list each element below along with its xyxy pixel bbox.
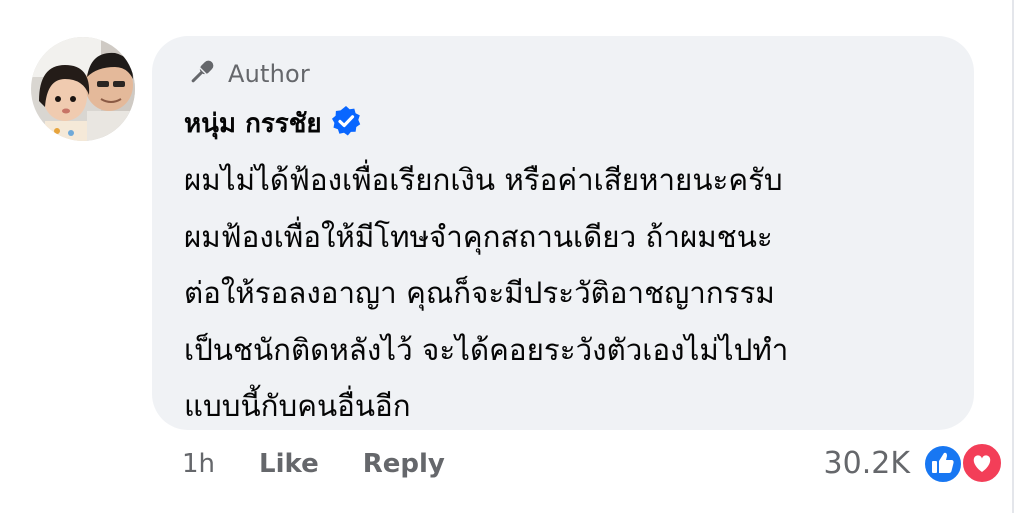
author-name[interactable]: หนุ่ม กรรชัย xyxy=(184,103,322,144)
reaction-count[interactable]: 30.2K xyxy=(824,446,910,481)
verified-badge-icon xyxy=(330,105,362,141)
comment-screen: Author หนุ่ม กรรชัย ผมไม่ได้ฟ้องเพื่อเรี… xyxy=(0,0,1024,513)
avatar[interactable] xyxy=(31,37,135,141)
comment-text: ผมไม่ได้ฟ้องเพื่อเรียกเงิน หรือค่าเสียหา… xyxy=(184,152,964,435)
comment-line: ผมฟ้องเพื่อให้มีโทษจำคุกสถานเดียว ถ้าผมช… xyxy=(184,219,773,254)
avatar-photo xyxy=(31,37,135,141)
author-badge: Author xyxy=(186,60,310,88)
comment-line: เป็นชนักติดหลังไว้ จะได้คอยระวังตัวเองไม… xyxy=(184,332,789,367)
like-icon xyxy=(922,443,964,489)
author-name-row: หนุ่ม กรรชัย xyxy=(184,104,362,142)
author-badge-label: Author xyxy=(228,60,311,88)
comment-line: ต่อให้รอลงอาญา คุณก็จะมีประวัติอาชญากรรม xyxy=(184,276,775,310)
reply-button[interactable]: Reply xyxy=(363,449,445,479)
microphone-icon xyxy=(186,56,218,92)
comment-actions: 1h Like Reply xyxy=(182,444,445,484)
scrollbar[interactable] xyxy=(1012,0,1014,513)
reaction-icons[interactable] xyxy=(922,441,1004,485)
comment-line: ผมไม่ได้ฟ้องเพื่อเรียกเงิน หรือค่าเสียหา… xyxy=(184,163,783,197)
reaction-summary[interactable]: 30.2K xyxy=(824,440,1004,486)
comment-timestamp[interactable]: 1h xyxy=(182,449,215,479)
comment-bubble: Author หนุ่ม กรรชัย ผมไม่ได้ฟ้องเพื่อเรี… xyxy=(152,36,974,430)
comment-line: แบบนี้กับคนอื่นอีก xyxy=(184,389,411,423)
love-icon xyxy=(960,441,1004,489)
like-button[interactable]: Like xyxy=(259,449,319,479)
